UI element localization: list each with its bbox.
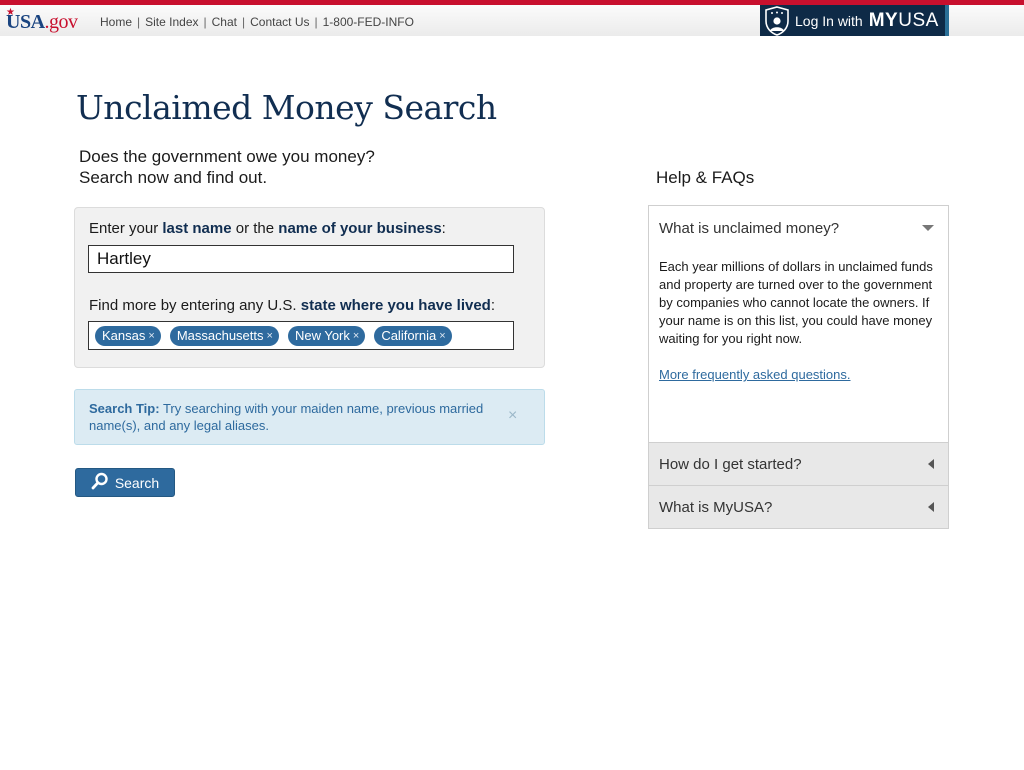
nav-phone-link[interactable]: 1-800-FED-INFO: [323, 15, 414, 29]
faq-answer: Each year millions of dollars in unclaim…: [649, 250, 948, 442]
intro-text: Does the government owe you money? Searc…: [79, 146, 375, 188]
faq-question: How do I get started?: [659, 455, 802, 473]
close-icon[interactable]: ×: [508, 407, 517, 425]
nav-site-index-link[interactable]: Site Index: [145, 15, 198, 29]
faq-answer-text: Each year millions of dollars in unclaim…: [659, 259, 933, 346]
caret-down-icon: [922, 225, 934, 231]
faq-question: What is unclaimed money?: [659, 219, 840, 237]
page-title: Unclaimed Money Search: [76, 88, 497, 127]
state-chip-massachusetts[interactable]: Massachusetts ×: [169, 325, 279, 346]
tip-text: Search Tip: Try searching with your maid…: [89, 400, 489, 434]
faq-accordion: What is unclaimed money? Each year milli…: [648, 205, 949, 529]
state-tag-input[interactable]: Kansas × Massachusetts × New York × Califor…: [88, 321, 514, 350]
caret-left-icon: [928, 459, 934, 469]
search-icon: [91, 472, 109, 493]
shield-person-icon: [762, 5, 792, 36]
star-icon: ★: [6, 7, 15, 18]
chip-label: Kansas: [102, 328, 146, 343]
faq-item-what-is-myusa: What is MyUSA?: [649, 486, 948, 528]
login-text: Log In with: [795, 12, 863, 29]
nav-contact-us-link[interactable]: Contact Us: [250, 15, 309, 29]
nav-home-link[interactable]: Home: [100, 15, 132, 29]
remove-chip-icon[interactable]: ×: [267, 330, 273, 342]
faq-header-get-started[interactable]: How do I get started?: [649, 443, 948, 485]
last-name-input[interactable]: [88, 245, 514, 273]
search-tip-alert: Search Tip: Try searching with your maid…: [74, 389, 545, 445]
logo-text-suffix: .gov: [44, 11, 79, 33]
state-field-label: Find more by entering any U.S. state whe…: [89, 297, 496, 314]
faq-header-what-is-myusa[interactable]: What is MyUSA?: [649, 486, 948, 528]
caret-left-icon: [928, 502, 934, 512]
state-chip-new-york[interactable]: New York ×: [287, 325, 366, 346]
search-form: Enter your last name or the name of your…: [74, 207, 545, 368]
myusa-brand: MYUSA: [869, 10, 939, 32]
chip-label: Massachusetts: [176, 328, 264, 343]
name-field-label: Enter your last name or the name of your…: [89, 220, 446, 237]
nav-chat-link[interactable]: Chat: [212, 15, 237, 29]
faq-item-unclaimed-money: What is unclaimed money? Each year milli…: [649, 206, 948, 443]
chip-label: New York: [294, 328, 350, 343]
login-myusa-button[interactable]: Log In with MYUSA: [760, 5, 949, 36]
more-faqs-link[interactable]: More frequently asked questions.: [659, 366, 851, 384]
search-button-label: Search: [114, 474, 160, 491]
brand-bold: MY: [868, 9, 899, 31]
chip-label: California: [381, 328, 437, 343]
intro-line-2: Search now and find out.: [79, 168, 268, 187]
nav-divider: |: [242, 15, 246, 29]
faq-header-unclaimed-money[interactable]: What is unclaimed money?: [649, 206, 948, 250]
intro-line-1: Does the government owe you money?: [79, 147, 375, 166]
brand-light: USA: [898, 9, 939, 31]
help-faqs-heading: Help & FAQs: [656, 168, 755, 187]
top-nav: Home | Site Index | Chat | Contact Us | …: [100, 15, 414, 29]
search-button[interactable]: Search: [75, 468, 175, 497]
faq-item-get-started: How do I get started?: [649, 443, 948, 486]
remove-chip-icon[interactable]: ×: [439, 330, 445, 342]
nav-divider: |: [314, 15, 318, 29]
faq-question: What is MyUSA?: [659, 498, 773, 516]
remove-chip-icon[interactable]: ×: [353, 330, 359, 342]
nav-divider: |: [203, 15, 207, 29]
nav-divider: |: [137, 15, 141, 29]
remove-chip-icon[interactable]: ×: [148, 330, 154, 342]
usagov-logo[interactable]: ★ USA .gov: [6, 7, 79, 37]
state-chip-kansas[interactable]: Kansas ×: [95, 325, 161, 346]
top-bar: ★ USA .gov Home | Site Index | Chat | Con…: [0, 0, 1024, 36]
state-chip-california[interactable]: California ×: [374, 325, 452, 346]
tip-label: Search Tip:: [89, 401, 160, 416]
